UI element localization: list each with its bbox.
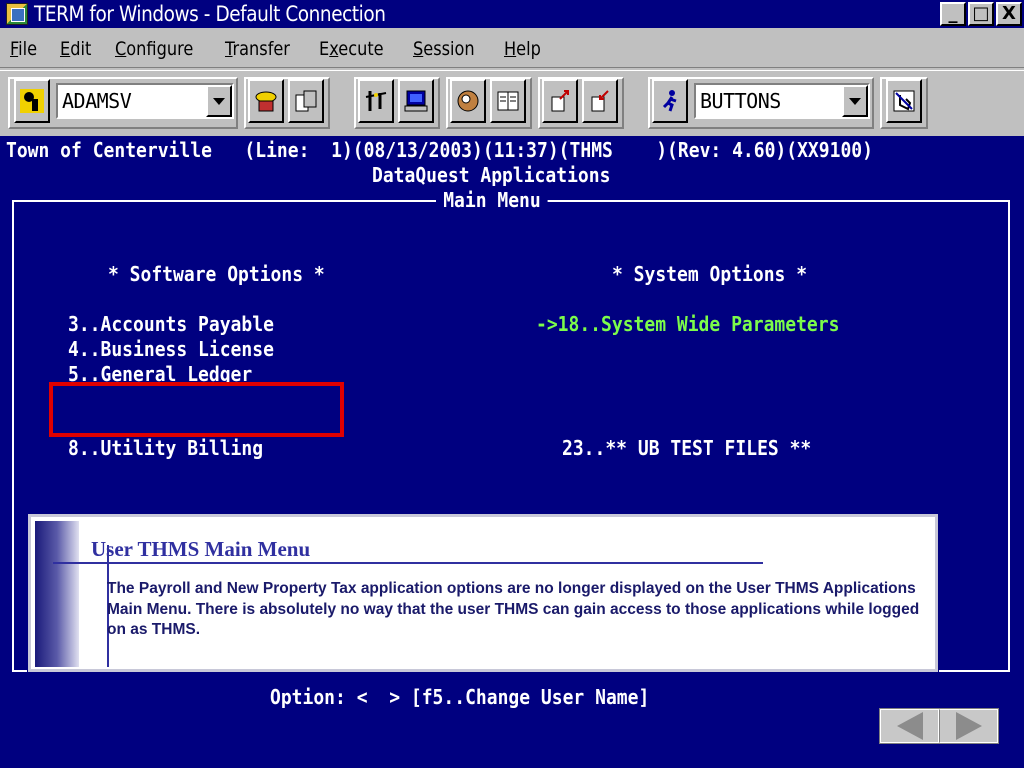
baseball-glove-icon (457, 90, 479, 112)
buttons-dropdown-button[interactable] (842, 85, 868, 117)
book-icon (497, 91, 519, 111)
sessions-button[interactable] (288, 79, 324, 123)
arrow-left-icon (896, 712, 923, 740)
dial-button[interactable] (248, 79, 284, 123)
connection-dropdown-button[interactable] (206, 85, 232, 117)
callout-sidebar (35, 521, 79, 667)
computer-icon (404, 90, 428, 112)
term-app-icon[interactable] (6, 3, 28, 25)
slide-nav (879, 708, 999, 744)
window-titlebar: TERM for Windows - Default Connection _ … (0, 0, 1024, 28)
info-callout: User THMS Main Menu The Payroll and New … (28, 514, 938, 672)
run-icon (662, 90, 677, 112)
menu-edit[interactable]: Edit (60, 38, 91, 60)
maximize-button[interactable]: □ (968, 2, 994, 26)
next-button[interactable] (939, 709, 998, 743)
option-ub-test-files[interactable]: 23..** UB TEST FILES ** (562, 436, 811, 460)
menu-transfer[interactable]: Transfer (225, 38, 290, 60)
menu-file[interactable]: File (10, 38, 37, 60)
buttons-select[interactable]: BUTTONS (694, 83, 870, 119)
arrow-right-icon (955, 712, 982, 740)
software-options-header: * Software Options * (108, 262, 325, 286)
option-utility-billing[interactable]: 8..Utility Billing (68, 436, 263, 460)
removed-options-highlight (49, 382, 344, 437)
menu-title: Main Menu (436, 188, 548, 212)
menu-execute[interactable]: Execute (319, 38, 384, 60)
network-icon (365, 91, 387, 111)
book-button[interactable] (490, 79, 526, 123)
network-button[interactable] (358, 79, 394, 123)
window-controls: _ □ X (940, 2, 1022, 26)
menu-session[interactable]: Session (413, 38, 475, 60)
menu-bar: File Edit Configure Transfer Execute Ses… (0, 30, 1024, 68)
hand-icon (893, 90, 915, 112)
app-title: DataQuest Applications (372, 163, 611, 187)
option-prompt[interactable]: Option: < > [f5..Change User Name] (270, 685, 649, 709)
connection-select[interactable]: ADAMSV (56, 83, 234, 119)
option-accounts-payable[interactable]: 3..Accounts Payable (68, 312, 274, 336)
copy-sessions-icon (295, 90, 317, 112)
terminal-screen[interactable]: Town of Centerville (Line: 1)(08/13/2003… (0, 136, 1024, 768)
callout-title: User THMS Main Menu (91, 537, 311, 561)
system-options-header: * System Options * (612, 262, 808, 286)
send-file-icon (551, 90, 569, 112)
close-button[interactable]: X (996, 2, 1022, 26)
callout-body: The Payroll and New Property Tax applica… (107, 580, 920, 638)
option-business-license[interactable]: 4..Business License (68, 337, 274, 361)
send-file-button[interactable] (542, 79, 578, 123)
receive-file-icon (591, 90, 609, 112)
option-system-wide-parameters[interactable]: ->18..System Wide Parameters (536, 312, 839, 336)
catch-button[interactable] (450, 79, 486, 123)
terminal-button[interactable] (398, 79, 434, 123)
phone-icon (255, 91, 277, 112)
minimize-button[interactable]: _ (940, 2, 966, 26)
window-title: TERM for Windows - Default Connection (34, 2, 386, 26)
previous-button[interactable] (880, 709, 939, 743)
connect-icon (20, 89, 44, 113)
toolbar: ADAMSV BUTTONS (0, 70, 1024, 134)
run-button[interactable] (652, 79, 688, 123)
callout-underline (53, 562, 763, 564)
status-line: Town of Centerville (Line: 1)(08/13/2003… (6, 138, 873, 162)
menu-configure[interactable]: Configure (115, 38, 193, 60)
stop-button[interactable] (886, 79, 922, 123)
connect-button[interactable] (14, 79, 50, 123)
menu-help[interactable]: Help (504, 38, 541, 60)
receive-file-button[interactable] (582, 79, 618, 123)
